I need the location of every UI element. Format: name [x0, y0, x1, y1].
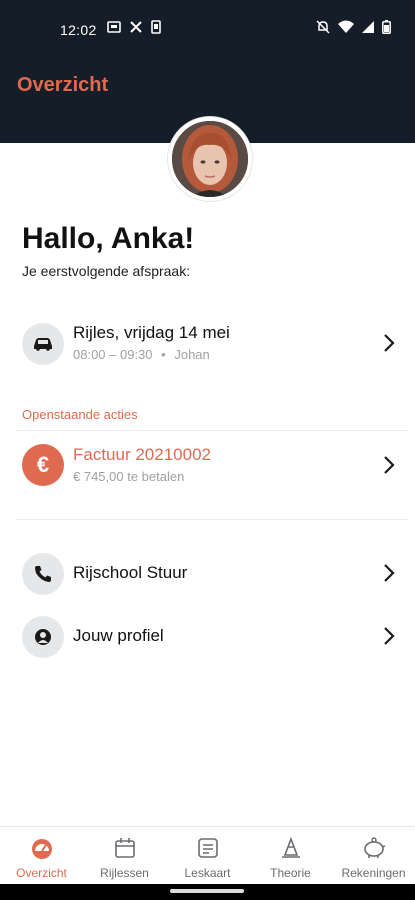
tab-label: Overzicht	[16, 866, 67, 880]
euro-icon: €	[22, 444, 64, 486]
invoice-title: Factuur 20210002	[73, 445, 211, 464]
profile-icon	[22, 616, 64, 658]
tab-rijlessen[interactable]: Rijlessen	[83, 827, 166, 884]
bottom-tab-bar: Overzicht Rijlessen Leskaart Theorie Rek…	[0, 826, 415, 884]
greeting-subtitle: Je eerstvolgende afspraak:	[22, 263, 191, 279]
tab-theorie[interactable]: Theorie	[249, 827, 332, 884]
appointment-title: Rijles, vrijdag 14 mei	[73, 323, 230, 342]
appointment-separator: •	[161, 347, 166, 362]
piggy-bank-icon	[362, 837, 386, 862]
appointment-time: 08:00 – 09:30	[73, 347, 153, 362]
page-title: Overzicht	[17, 74, 109, 96]
divider	[16, 430, 408, 431]
divider	[16, 519, 408, 520]
home-gesture-handle[interactable]	[170, 889, 244, 893]
battery-icon	[382, 20, 391, 34]
link-label: Rijschool Stuur	[73, 563, 188, 582]
chevron-right-icon	[383, 563, 395, 588]
invoice-row[interactable]: € Factuur 20210002 € 745,00 te betalen	[0, 436, 415, 496]
cone-icon	[280, 836, 302, 862]
tools-icon	[129, 20, 143, 34]
system-nav-bar	[0, 884, 415, 900]
tab-label: Rijlessen	[100, 866, 149, 880]
notification-icon	[107, 20, 121, 34]
status-bar: 12:02	[0, 0, 415, 60]
tab-label: Rekeningen	[341, 866, 406, 880]
tab-leskaart[interactable]: Leskaart	[166, 827, 249, 884]
phone-status-icon	[151, 20, 161, 34]
card-icon	[197, 837, 219, 862]
signal-icon	[362, 21, 374, 33]
chevron-right-icon	[383, 626, 395, 651]
avatar[interactable]	[168, 117, 252, 201]
open-actions-label: Openstaande acties	[22, 407, 138, 422]
calendar-icon	[114, 837, 136, 862]
appointment-details: 08:00 – 09:30 • Johan	[73, 347, 210, 362]
greeting-title: Hallo, Anka!	[22, 222, 195, 255]
link-row-profiel[interactable]: Jouw profiel	[0, 607, 415, 667]
link-label: Jouw profiel	[73, 626, 164, 645]
mute-icon	[316, 20, 330, 34]
status-time: 12:02	[60, 22, 97, 38]
dashboard-icon	[31, 837, 53, 862]
appointment-row[interactable]: Rijles, vrijdag 14 mei 08:00 – 09:30 • J…	[0, 314, 415, 374]
tab-overzicht[interactable]: Overzicht	[0, 827, 83, 884]
appointment-instructor: Johan	[174, 347, 210, 362]
car-icon	[22, 323, 64, 365]
phone-icon	[22, 553, 64, 595]
chevron-right-icon	[383, 455, 395, 480]
invoice-amount: € 745,00 te betalen	[73, 469, 185, 484]
tab-label: Theorie	[270, 866, 311, 880]
wifi-icon	[338, 20, 354, 34]
tab-label: Leskaart	[184, 866, 231, 880]
tab-rekeningen[interactable]: Rekeningen	[332, 827, 415, 884]
chevron-right-icon	[383, 333, 395, 358]
link-row-rijschool[interactable]: Rijschool Stuur	[0, 544, 415, 604]
